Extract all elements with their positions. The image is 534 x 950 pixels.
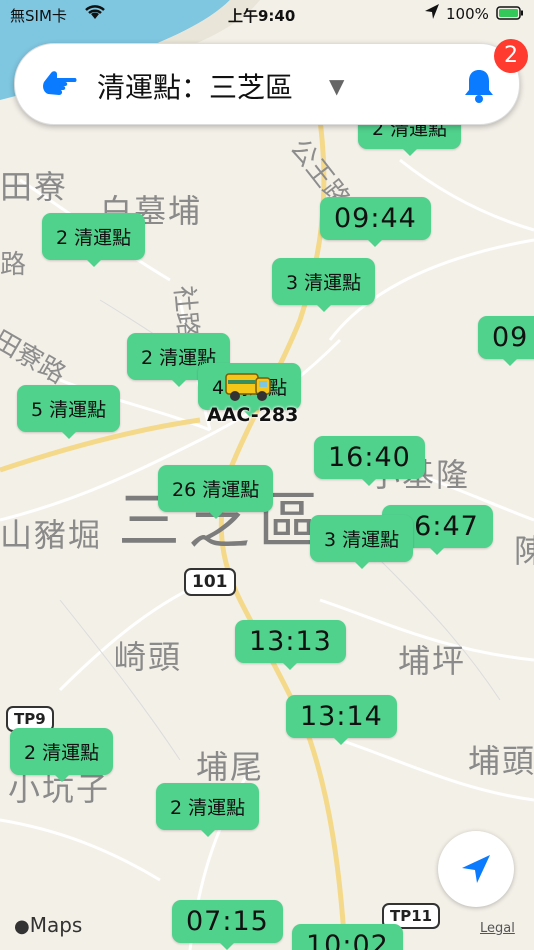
- notification-badge: 2: [494, 39, 528, 73]
- place-tian-liao: 田寮: [0, 168, 69, 206]
- road-label-she: 社路: [168, 284, 203, 339]
- place-pu-wei: 埔尾: [196, 748, 265, 786]
- map-pin[interactable]: 10:02: [292, 924, 403, 950]
- route-shield-101: 101: [184, 568, 236, 596]
- place-qi-tou: 崎頭: [114, 638, 183, 676]
- district-selector-bar[interactable]: 清運點：三芝區 ▼: [14, 43, 520, 125]
- place-pu-tou: 埔頭: [468, 742, 534, 780]
- map-pin[interactable]: 16:40: [314, 436, 425, 486]
- location-arrow-icon: [424, 3, 440, 25]
- map-pin[interactable]: 09:44: [320, 197, 431, 247]
- vehicle-plate: AAC-283: [207, 404, 299, 426]
- map-pin[interactable]: 5 清運點: [17, 385, 121, 439]
- map-view[interactable]: 白墓埔 田寮 三芝區 小基隆 山豬堀 崎頭 埔坪 埔尾 小坑子 埔頭 陳 公王路…: [0, 0, 534, 950]
- legal-link[interactable]: Legal: [480, 921, 515, 936]
- map-pin[interactable]: 13:13: [235, 620, 346, 670]
- status-time: 上午9:40: [228, 7, 296, 25]
- road-label-lu: 路: [0, 250, 27, 280]
- district-selector-label: 清運點：三芝區: [97, 71, 294, 104]
- place-chen: 陳: [514, 532, 534, 570]
- maps-attribution: ●Maps: [14, 913, 83, 937]
- map-pin[interactable]: 07:15: [172, 900, 283, 950]
- map-pin[interactable]: 3 清運點: [310, 515, 414, 569]
- place-pu-ping: 埔坪: [398, 642, 467, 680]
- place-shan-zhu-ku: 山豬堀: [0, 516, 103, 554]
- map-pin[interactable]: 2 清運點: [10, 728, 114, 782]
- apple-icon: ●: [14, 916, 30, 937]
- battery-percent: 100%: [446, 5, 489, 23]
- map-pin[interactable]: 26 清運點: [158, 465, 274, 519]
- locate-me-button[interactable]: [438, 831, 514, 907]
- bell-icon[interactable]: [461, 66, 497, 108]
- navigation-arrow-icon: [458, 851, 494, 891]
- map-pin[interactable]: 09: [478, 316, 534, 366]
- map-pin[interactable]: 2 清運點: [42, 213, 146, 267]
- map-pin[interactable]: 3 清運點: [272, 258, 376, 312]
- pointing-hand-icon: [41, 68, 77, 104]
- map-pin[interactable]: 2 清運點: [156, 783, 260, 837]
- carrier-label: 無SIM卡: [10, 7, 67, 25]
- map-pin[interactable]: 13:14: [286, 695, 397, 745]
- chevron-down-icon: ▼: [329, 74, 345, 98]
- wifi-icon: [84, 3, 106, 25]
- battery-icon: [496, 6, 524, 24]
- status-bar: 無SIM卡 上午9:40 100%: [0, 0, 534, 30]
